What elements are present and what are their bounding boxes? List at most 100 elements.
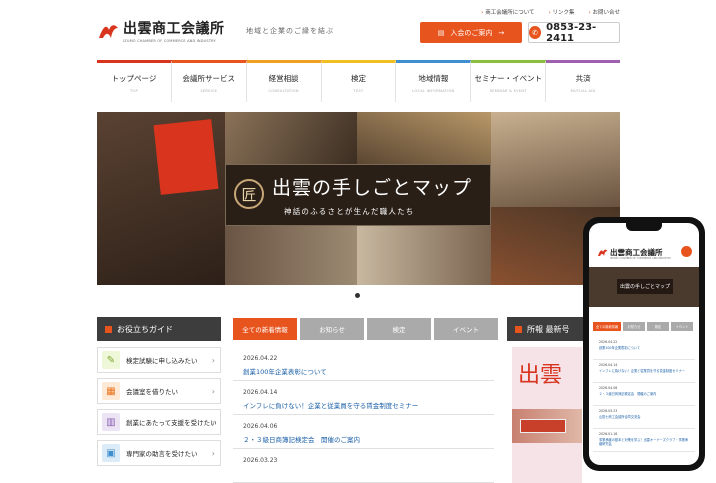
mobile-news-list: 2026.04.22 創業100年企業表彰について 2026.04.14 インフレ… [593,337,695,452]
nav-item-1[interactable]: 会議所サービス SERVICE [171,60,247,102]
guide-item-label: 創業にあたって支援を受けたい [126,419,217,427]
hero-subtitle: 神話のふるさとが生んだ職人たち [284,207,415,216]
nav-item-4[interactable]: 地域情報 LOCAL INFORMATION [396,60,472,102]
nav-sublabel: MUTUAL AID [570,89,596,93]
chevron-right-icon: › [211,355,215,365]
top-links: 商工会議所について リンク集 お問い合せ [481,8,620,16]
chevron-right-icon: › [211,448,215,458]
global-nav: トップページ TOP 会議所サービス SERVICE 経営相談 CONSULTATI… [97,60,621,102]
nav-label: 経営相談 [268,74,299,83]
news-tab-0[interactable]: 全ての新着情報 [233,318,297,340]
pencil-icon: ✎ [102,351,120,369]
mobile-news-date: 2026.04.06 [599,386,618,390]
mobile-menu-icon[interactable] [681,246,692,257]
news-link[interactable]: 創業100年企業表彰について [243,366,484,376]
news-date: 2026.04.22 [243,355,278,362]
arrow-right-icon: → [498,28,505,37]
news-item[interactable]: 2026.03.23 [233,449,494,483]
mobile-news-item[interactable]: 2026.04.22 創業100年企業表彰について [593,337,695,360]
mobile-news-tab-2[interactable]: 検定 [647,322,669,331]
mobile-news-tab-3[interactable]: イベント [671,322,693,331]
nav-item-2[interactable]: 経営相談 CONSULTATION [246,60,322,102]
tagline: 地域と企業のご縁を結ぶ [246,27,334,35]
nav-label: セミナー・イベント [474,74,542,83]
mobile-news-link[interactable]: 山陰七商工会議所合同交流会 [599,415,689,419]
nav-sublabel: LOCAL INFORMATION [412,89,455,93]
mobile-news-item[interactable]: 2026.03.23 山陰七商工会議所合同交流会 [593,406,695,429]
phone-number[interactable]: ✆ 0853-23-2411 [528,22,620,44]
mobile-news-date: 2026.03.23 [599,409,618,413]
mobile-news-link[interactable]: 創業100年企業表彰について [599,346,689,350]
mobile-news-link[interactable]: インフレに負けない！企業と従業員を守る賃金制度セミナー [599,369,689,373]
square-bullet-icon [105,325,112,333]
logo-mark-icon [99,24,118,38]
news-item[interactable]: 2026.04.22 創業100年企業表彰について [233,347,494,381]
nav-label: 検定 [351,74,366,83]
nav-label: トップページ [111,74,157,83]
monitor-icon: ▣ [102,444,120,462]
nav-item-3[interactable]: 検定 TEST [321,60,397,102]
news-date: 2026.03.23 [243,457,278,464]
mobile-news-date: 2026.04.22 [599,340,618,344]
news-item[interactable]: 2026.04.14 インフレに負けない！企業と従業員を守る賃金制度セミナー [233,381,494,415]
nav-label: 共済 [575,74,591,83]
mobile-news-tab-1[interactable]: お知らせ [623,322,645,331]
hero-photo-pottery [357,112,491,164]
news-list: 2026.04.22 創業100年企業表彰について 2026.04.14 インフレ… [233,347,494,483]
chevron-right-icon: › [211,386,215,396]
hero-photo-craftsman-4 [357,226,491,285]
nav-sublabel: TEST [353,89,364,93]
guide-item-label: 会議室を借りたい [126,388,178,396]
top-link-links[interactable]: リンク集 [549,8,575,16]
phone-icon: ✆ [529,26,542,39]
chevron-right-icon: › [211,417,215,427]
hero-photo-red-fabric [153,119,219,195]
mobile-news-item[interactable]: 2026.04.14 インフレに負けない！企業と従業員を守る賃金制度セミナー [593,360,695,383]
news-tab-3[interactable]: イベント [434,318,498,340]
join-button-label: 入会のご案内 [450,28,493,37]
site-logo[interactable]: 出雲商工会議所 IZUMO CHAMBER OF COMMERCE AND IN… [97,18,225,43]
hero-slider[interactable]: 匠 出雲の手しごとマップ 神話のふるさとが生んだ職人たち [97,112,620,285]
building-icon: ▥ [102,413,120,431]
nav-sublabel: SERVICE [200,89,218,93]
mobile-hero-title: 出雲の手しごとマップ [617,279,673,294]
room-icon: ▦ [102,382,120,400]
slider-dot[interactable] [355,293,360,298]
guide-item-0[interactable]: ✎ 検定試験に申し込みたい › [97,347,221,373]
mobile-news-link[interactable]: ２・３級日商簿記検定会 開催のご案内 [599,392,689,396]
hero-banner: 匠 出雲の手しごとマップ 神話のふるさとが生んだ職人たち [225,164,491,226]
top-link-about[interactable]: 商工会議所について [481,8,534,16]
mobile-hero: 出雲の手しごとマップ [589,267,699,307]
nav-item-5[interactable]: セミナー・イベント SEMINAR & EVENT [471,60,547,102]
bulletin-cover[interactable]: 出雲 [512,347,582,483]
takumi-badge: 匠 [234,179,264,209]
hero-photo-workshop [225,112,357,164]
mobile-news-date: 2026.04.14 [599,363,618,367]
news-item[interactable]: 2026.04.06 ２・３級日商簿記検定会 開催のご案内 [233,415,494,449]
guide-heading-text: お役立ちガイド [117,324,173,334]
nav-item-6[interactable]: 共済 MUTUAL AID [546,60,621,102]
news-tab-1[interactable]: お知らせ [300,318,364,340]
news-link[interactable]: ２・３級日商簿記検定会 開催のご案内 [243,434,484,444]
logo-title: 出雲商工会議所 [123,21,225,37]
mobile-logo-mark-icon [598,249,608,256]
nav-sublabel: TOP [129,89,138,93]
mobile-news-tabs: 全ての新着情報 お知らせ 検定 イベント [593,322,693,331]
nav-item-0[interactable]: トップページ TOP [97,60,172,102]
news-link[interactable]: インフレに負けない！企業と従業員を守る賃金制度セミナー [243,400,484,410]
mobile-news-item[interactable]: 2026.01.16 事業承継の基本と対策を学ぶ！出雲オーナーズクラブ・事業承継… [593,429,695,452]
news-tab-2[interactable]: 検定 [367,318,431,340]
guide-item-label: 専門家の助言を受けたい [126,450,198,458]
smartphone-mockup: 出雲商工会議所 IZUMO CHAMBER OF COMMERCE AND IN… [583,217,705,471]
mobile-news-date: 2026.01.16 [599,432,618,436]
hero-title: 出雲の手しごとマップ [272,177,473,199]
mobile-news-item[interactable]: 2026.04.06 ２・３級日商簿記検定会 開催のご案内 [593,383,695,406]
top-link-contact[interactable]: お問い合せ [589,8,620,16]
document-icon: ▤ [437,28,445,37]
join-button[interactable]: ▤ 入会のご案内 → [420,22,522,43]
guide-item-3[interactable]: ▣ 専門家の助言を受けたい › [97,440,221,466]
guide-item-2[interactable]: ▥ 創業にあたって支援を受けたい › [97,409,221,435]
mobile-news-tab-0[interactable]: 全ての新着情報 [593,322,621,331]
mobile-news-link[interactable]: 事業承継の基本と対策を学ぶ！出雲オーナーズクラブ・事業承継研究会 [599,438,689,447]
guide-item-1[interactable]: ▦ 会議室を借りたい › [97,378,221,404]
